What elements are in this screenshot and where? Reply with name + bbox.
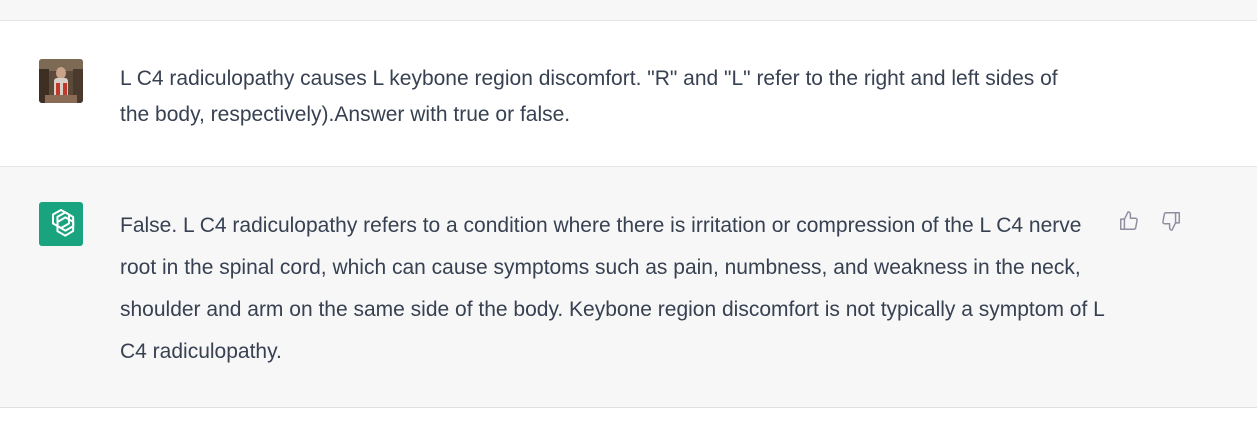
- chatgpt-logo-icon: [52, 209, 75, 237]
- feedback-buttons: [1117, 209, 1183, 233]
- user-message-text: L C4 radiculopathy causes L keybone regi…: [120, 61, 1080, 133]
- thumbs-down-button[interactable]: [1159, 209, 1183, 233]
- assistant-message-row: False. L C4 radiculopathy refers to a co…: [0, 167, 1257, 408]
- thumbs-down-icon: [1162, 212, 1180, 231]
- thumbs-up-icon: [1120, 211, 1138, 230]
- user-photo-avatar: [39, 59, 83, 103]
- assistant-message-paragraph: False. L C4 radiculopathy refers to a co…: [120, 214, 1105, 363]
- user-avatar: [39, 59, 83, 103]
- user-message-paragraph: L C4 radiculopathy causes L keybone regi…: [120, 67, 1058, 126]
- previous-message-strip: [0, 0, 1257, 21]
- thumbs-up-button[interactable]: [1117, 209, 1141, 233]
- conversation-bottom-area: [0, 408, 1257, 442]
- assistant-message-text: False. L C4 radiculopathy refers to a co…: [120, 205, 1105, 373]
- user-message-row: L C4 radiculopathy causes L keybone regi…: [0, 21, 1257, 167]
- assistant-avatar: [39, 202, 83, 246]
